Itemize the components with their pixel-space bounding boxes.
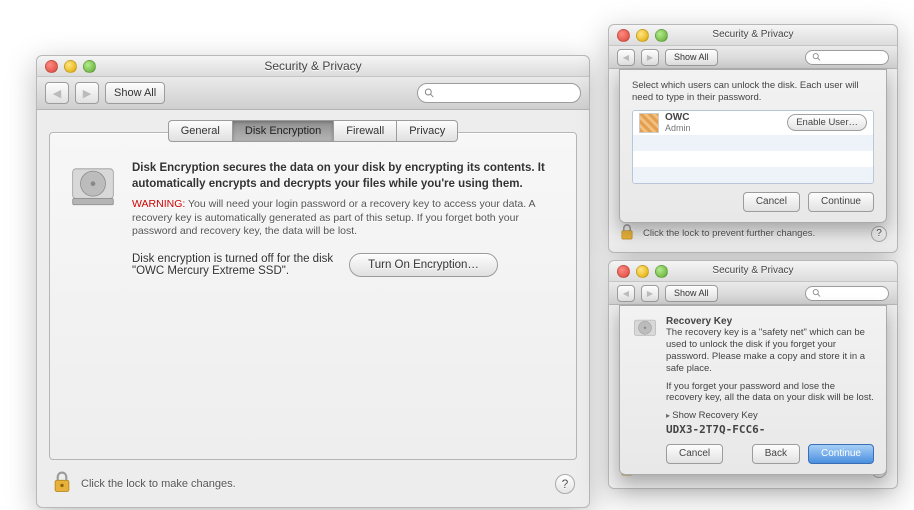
- recovery-key-value: UDX3-2T7Q-FCC6-: [666, 423, 874, 436]
- tab-disk-encryption[interactable]: Disk Encryption: [232, 120, 333, 142]
- tab-privacy[interactable]: Privacy: [396, 120, 458, 142]
- lead-text: Disk Encryption secures the data on your…: [132, 161, 558, 192]
- tab-firewall[interactable]: Firewall: [333, 120, 396, 142]
- forward-button[interactable]: ▶: [641, 49, 659, 66]
- disk-icon: [632, 316, 658, 464]
- enable-user-button[interactable]: Enable User…: [787, 114, 867, 131]
- user-role: Admin: [665, 123, 691, 133]
- search-field[interactable]: [417, 83, 581, 103]
- search-icon: [812, 287, 821, 299]
- recovery-heading: Recovery Key: [666, 316, 874, 327]
- minimize-icon[interactable]: [636, 29, 649, 42]
- disk-icon: [68, 161, 118, 441]
- window-title: Security & Privacy: [712, 25, 793, 45]
- search-field[interactable]: [805, 50, 889, 65]
- help-button[interactable]: ?: [555, 474, 575, 494]
- search-icon: [812, 51, 821, 63]
- warning-label: WARNING:: [132, 198, 185, 210]
- cancel-button[interactable]: Cancel: [666, 444, 723, 464]
- user-name: OWC: [665, 112, 691, 123]
- content-pane: Disk Encryption secures the data on your…: [49, 132, 577, 460]
- back-button[interactable]: ◀: [617, 49, 635, 66]
- status-line-2: "OWC Mercury Extreme SSD".: [132, 265, 333, 277]
- cancel-button[interactable]: Cancel: [743, 192, 800, 212]
- back-button[interactable]: ◀: [45, 82, 69, 104]
- help-button[interactable]: ?: [871, 226, 887, 242]
- search-input[interactable]: [824, 50, 882, 64]
- show-all-button[interactable]: Show All: [105, 82, 165, 104]
- search-icon: [424, 87, 435, 99]
- zoom-icon[interactable]: [83, 60, 96, 73]
- close-icon[interactable]: [45, 60, 58, 73]
- continue-button[interactable]: Continue: [808, 444, 874, 464]
- window-title: Security & Privacy: [712, 261, 793, 281]
- forward-button[interactable]: ▶: [75, 82, 99, 104]
- sheet-prompt: Select which users can unlock the disk. …: [632, 80, 874, 104]
- back-button[interactable]: ◀: [617, 285, 635, 302]
- show-all-button[interactable]: Show All: [665, 49, 718, 66]
- titlebar: Security & Privacy: [609, 25, 897, 46]
- search-input[interactable]: [438, 86, 574, 100]
- user-list[interactable]: OWC Admin Enable User…: [632, 110, 874, 184]
- minimize-icon[interactable]: [636, 265, 649, 278]
- show-recovery-key-toggle[interactable]: Show Recovery Key: [666, 410, 874, 421]
- recovery-body-2: If you forget your password and lose the…: [666, 381, 874, 405]
- toolbar: ◀ ▶ Show All: [37, 77, 589, 110]
- lock-message: Click the lock to prevent further change…: [643, 228, 815, 240]
- zoom-icon[interactable]: [655, 265, 668, 278]
- tab-general[interactable]: General: [168, 120, 232, 142]
- lock-icon[interactable]: [619, 223, 635, 244]
- user-avatar-icon: [639, 113, 659, 133]
- search-input[interactable]: [824, 286, 882, 300]
- lock-message: Click the lock to make changes.: [81, 478, 236, 490]
- recovery-body-1: The recovery key is a "safety net" which…: [666, 327, 874, 375]
- user-row[interactable]: OWC Admin Enable User…: [633, 111, 873, 135]
- titlebar: Security & Privacy: [609, 261, 897, 282]
- titlebar: Security & Privacy: [37, 56, 589, 77]
- turn-on-encryption-button[interactable]: Turn On Encryption…: [349, 253, 498, 277]
- forward-button[interactable]: ▶: [641, 285, 659, 302]
- zoom-icon[interactable]: [655, 29, 668, 42]
- minimize-icon[interactable]: [64, 60, 77, 73]
- warning-text: You will need your login password or a r…: [132, 198, 535, 237]
- back-button[interactable]: Back: [752, 444, 800, 464]
- window-title: Security & Privacy: [264, 56, 361, 76]
- close-icon[interactable]: [617, 265, 630, 278]
- search-field[interactable]: [805, 286, 889, 301]
- continue-button[interactable]: Continue: [808, 192, 874, 212]
- lock-icon[interactable]: [51, 470, 73, 497]
- status-line-1: Disk encryption is turned off for the di…: [132, 253, 333, 265]
- close-icon[interactable]: [617, 29, 630, 42]
- show-all-button[interactable]: Show All: [665, 285, 718, 302]
